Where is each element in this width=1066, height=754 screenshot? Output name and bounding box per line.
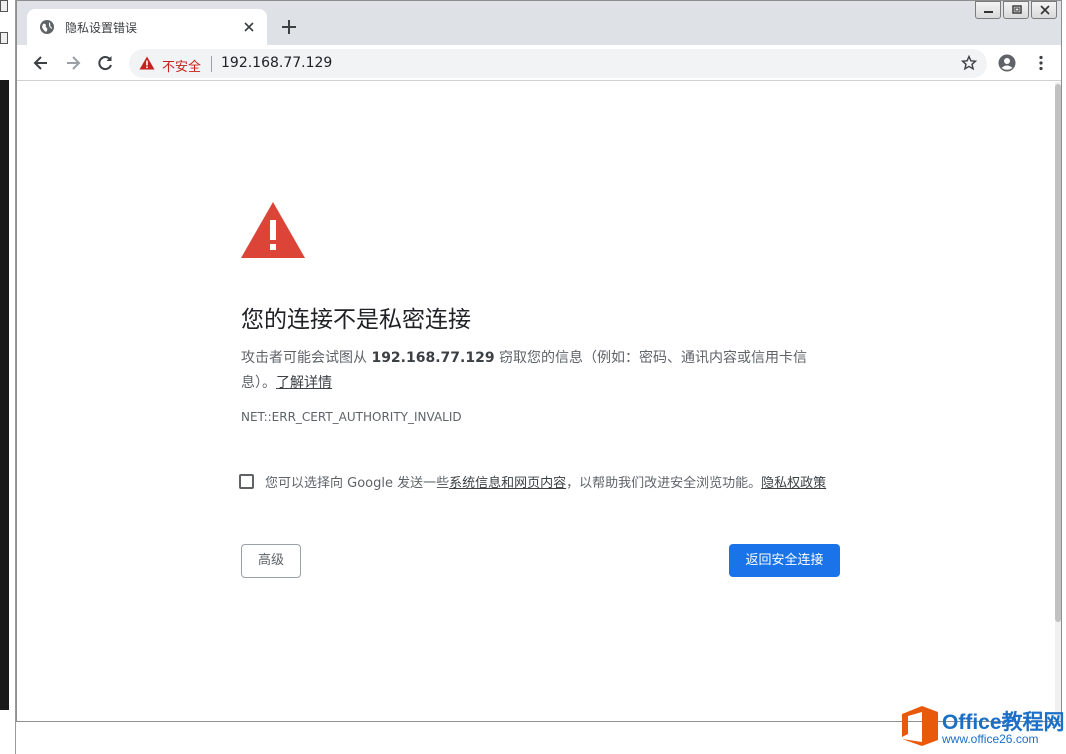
background-app-control bbox=[0, 32, 8, 44]
page-title: 您的连接不是私密连接 bbox=[241, 307, 471, 333]
security-status-label[interactable]: 不安全 bbox=[162, 56, 201, 75]
optin-label: ，以帮助我们改进安全浏览功能。 bbox=[566, 476, 762, 491]
window-close-button[interactable] bbox=[1031, 1, 1057, 19]
account-icon[interactable] bbox=[997, 53, 1017, 73]
address-bar[interactable]: 不安全 192.168.77.129 bbox=[129, 49, 987, 78]
close-icon[interactable] bbox=[241, 19, 257, 35]
omnibox-divider bbox=[211, 56, 212, 72]
warning-icon[interactable] bbox=[139, 56, 155, 70]
restore-icon bbox=[1012, 5, 1022, 14]
url-text[interactable]: 192.168.77.129 bbox=[221, 55, 332, 71]
minimize-icon bbox=[984, 11, 993, 13]
warning-description: 攻击者可能会试图从 192.168.77.129 窃取您的信息（例如：密码、通讯… bbox=[241, 346, 831, 396]
background-app-panel bbox=[0, 80, 9, 710]
danger-triangle-icon bbox=[241, 202, 305, 258]
tab-title: 隐私设置错误 bbox=[65, 21, 138, 35]
watermark: Office教程网 www.office26.com bbox=[900, 700, 1066, 754]
target-host: 192.168.77.129 bbox=[371, 350, 495, 366]
background-app-strip bbox=[0, 0, 16, 754]
globe-icon bbox=[40, 20, 54, 34]
screen: 隐私设置错误 不安全 192.168.77.129 您的连接不是私密连接 攻击者… bbox=[0, 0, 1066, 754]
plus-icon[interactable] bbox=[279, 17, 299, 37]
advanced-button[interactable]: 高级 bbox=[241, 544, 301, 578]
optin-checkbox[interactable] bbox=[239, 474, 254, 489]
office-logo-icon bbox=[902, 706, 938, 746]
reload-icon[interactable] bbox=[95, 53, 115, 73]
window-controls bbox=[973, 1, 1057, 21]
optin-text: 您可以选择向 Google 发送一些系统信息和网页内容，以帮助我们改进安全浏览功… bbox=[265, 472, 826, 491]
forward-arrow-icon[interactable] bbox=[63, 53, 83, 73]
watermark-url: www.office26.com bbox=[942, 732, 1039, 746]
safe-browsing-optin: 您可以选择向 Google 发送一些系统信息和网页内容，以帮助我们改进安全浏览功… bbox=[239, 472, 839, 491]
error-code[interactable]: NET::ERR_CERT_AUTHORITY_INVALID bbox=[241, 410, 462, 424]
learn-more-link[interactable]: 了解详情 bbox=[276, 375, 332, 391]
tab-privacy-error[interactable]: 隐私设置错误 bbox=[27, 9, 267, 45]
back-arrow-icon[interactable] bbox=[31, 53, 51, 73]
description-text: 攻击者可能会试图从 bbox=[241, 350, 372, 366]
browser-window: 隐私设置错误 不安全 192.168.77.129 您的连接不是私密连接 攻击者… bbox=[16, 0, 1062, 722]
minimize-button[interactable] bbox=[975, 1, 1001, 19]
close-icon bbox=[1040, 5, 1050, 15]
optin-label: 您可以选择向 Google 发送一些 bbox=[265, 476, 450, 491]
scrollbar[interactable] bbox=[1055, 82, 1061, 721]
kebab-menu-icon[interactable] bbox=[1031, 53, 1051, 73]
scrollbar-thumb[interactable] bbox=[1055, 84, 1061, 622]
page-content: 您的连接不是私密连接 攻击者可能会试图从 192.168.77.129 窃取您的… bbox=[17, 82, 1061, 721]
restore-button[interactable] bbox=[1003, 1, 1029, 19]
back-to-safety-button[interactable]: 返回安全连接 bbox=[729, 544, 840, 577]
star-icon[interactable] bbox=[961, 55, 977, 71]
privacy-policy-link[interactable]: 隐私权政策 bbox=[761, 476, 826, 491]
browser-toolbar: 不安全 192.168.77.129 bbox=[17, 45, 1061, 81]
background-app-control bbox=[0, 0, 8, 12]
tab-strip: 隐私设置错误 bbox=[17, 1, 1061, 45]
system-info-link[interactable]: 系统信息和网页内容 bbox=[449, 476, 566, 491]
